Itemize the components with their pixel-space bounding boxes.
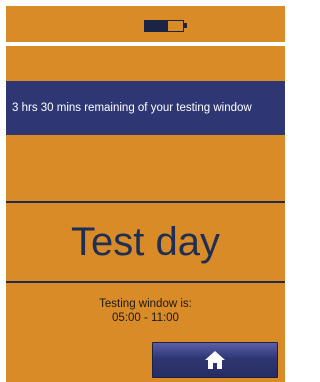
divider — [6, 281, 285, 283]
home-icon — [204, 350, 226, 370]
testing-window-info: Testing window is: 05:00 - 11:00 — [6, 297, 285, 325]
home-button[interactable] — [152, 342, 278, 378]
divider — [6, 201, 285, 203]
testing-window-time: 05:00 - 11:00 — [112, 312, 179, 324]
remaining-time-banner: 3 hrs 30 mins remaining of your testing … — [6, 81, 285, 135]
page-title: Test day — [71, 220, 220, 264]
status-bar — [6, 6, 285, 42]
main-panel: 3 hrs 30 mins remaining of your testing … — [6, 46, 285, 382]
battery-icon — [144, 20, 187, 32]
testing-window-label: Testing window is: — [99, 298, 192, 310]
